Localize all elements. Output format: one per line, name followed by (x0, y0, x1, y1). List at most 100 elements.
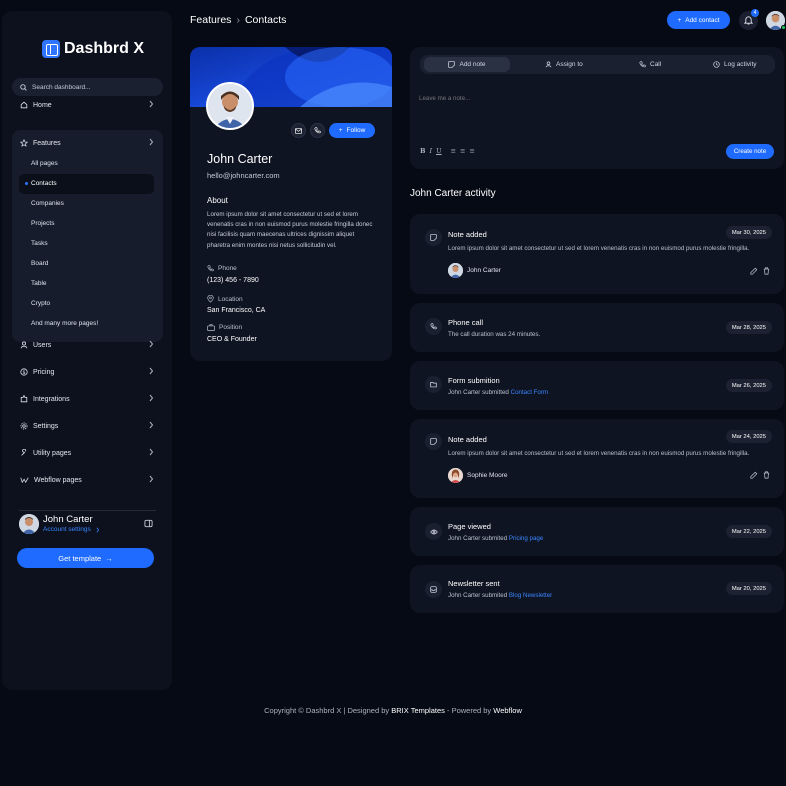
trash-icon[interactable] (763, 471, 770, 479)
user-icon (545, 61, 552, 68)
footer-webflow-link[interactable]: Webflow (493, 706, 522, 715)
plus-icon: + (338, 127, 343, 134)
sidebar-item-integrations[interactable]: Integrations (12, 388, 163, 410)
align-center-icon[interactable]: ≡ (460, 147, 465, 155)
tab-log-activity[interactable]: Log activity (713, 57, 757, 72)
notifications-button[interactable]: 4 (739, 9, 759, 30)
email-button[interactable] (291, 123, 306, 138)
footer-brix-link[interactable]: BRIX Templates (391, 706, 445, 715)
account-settings-label: Account settings (43, 526, 91, 533)
account-settings-link[interactable]: Account settings (43, 526, 100, 533)
chevron-right-icon (149, 394, 154, 402)
formatting-toolbar: B I U ≡ ≡ ≡ (420, 147, 475, 155)
activity-item: Phone call Mar 28, 2025 The call duratio… (410, 303, 784, 352)
call-button[interactable] (310, 123, 325, 138)
italic-icon[interactable]: I (430, 147, 433, 155)
sidebar-subitem-board[interactable]: Board (31, 257, 48, 271)
add-contact-button[interactable]: + Add contact (667, 11, 730, 29)
note-panel: Add note Assign to Call Log activity B I… (410, 47, 784, 169)
breadcrumb-item[interactable]: Features (190, 14, 231, 26)
date-badge: Mar 24, 2025 (725, 430, 772, 443)
sidebar-item-webflow-pages[interactable]: Webflow pages (12, 469, 163, 491)
home-icon (20, 101, 28, 109)
trash-icon[interactable] (763, 267, 770, 275)
sidebar-item-users[interactable]: Users (12, 334, 163, 356)
sidebar-item-label: Integrations (33, 395, 70, 403)
avatar (448, 468, 463, 483)
sidebar-subitem-crypto[interactable]: Crypto (31, 297, 50, 311)
activity-title: Note added (448, 435, 487, 444)
create-note-button[interactable]: Create note (726, 144, 774, 159)
activity-description: Lorem ipsum dolor sit amet consectetur u… (448, 450, 750, 457)
note-icon (425, 229, 442, 246)
activity-link[interactable]: Pricing page (509, 535, 543, 542)
chevron-right-icon: › (236, 14, 240, 26)
underline-icon[interactable]: U (436, 147, 441, 155)
activity-user[interactable]: Sophie Moore (448, 468, 507, 483)
sidebar-subitem-all-pages[interactable]: All pages (31, 157, 58, 171)
activity-description: John Carter submited Blog Newsletter (448, 592, 778, 599)
app-name: Dashbrd X (64, 40, 145, 57)
activity-item: Note added Mar 24, 2025 Lorem ipsum dolo… (410, 419, 784, 498)
get-template-button[interactable]: Get template → (17, 548, 154, 568)
arrow-right-icon: → (105, 553, 113, 563)
chevron-right-icon (149, 100, 154, 108)
sidebar-subitem-companies[interactable]: Companies (31, 197, 64, 211)
activity-title: Note added (448, 230, 487, 239)
sidebar-item-label: Users (33, 341, 52, 349)
sidebar-item-features[interactable]: Features (12, 132, 163, 154)
sidebar-subitem-more[interactable]: And many more pages! (31, 317, 98, 331)
sidebar-item-label: Home (33, 101, 52, 109)
sidebar-item-settings[interactable]: Settings (12, 415, 163, 437)
activity-link[interactable]: Contact Form (511, 389, 548, 396)
chevron-right-icon (149, 448, 154, 456)
sidebar-subitem-projects[interactable]: Projects (31, 217, 54, 231)
sidebar-item-utility-pages[interactable]: Utility pages (12, 442, 163, 464)
notification-count-badge: 4 (751, 9, 759, 17)
sidebar-subitem-tasks[interactable]: Tasks (31, 237, 48, 251)
edit-icon[interactable] (750, 471, 758, 479)
profile-email[interactable]: hello@johncarter.com (207, 171, 280, 180)
bold-icon[interactable]: B (420, 147, 426, 155)
activity-item: Newsletter sent Mar 20, 2025 John Carter… (410, 565, 784, 613)
activity-user[interactable]: John Carter (448, 263, 501, 278)
align-right-icon[interactable]: ≡ (469, 147, 474, 155)
sidebar-subitem-table[interactable]: Table (31, 277, 47, 291)
sidebar-item-pricing[interactable]: $ Pricing (12, 361, 163, 383)
tab-call[interactable]: Call (639, 57, 661, 72)
user-icon (20, 341, 28, 349)
wrench-icon (21, 449, 27, 456)
position-value: CEO & Founder (207, 336, 257, 343)
search-icon (20, 83, 27, 91)
sidebar-item-home[interactable]: Home (12, 94, 163, 116)
sidebar-subitem-contacts[interactable]: Contacts (31, 177, 57, 191)
divider (19, 510, 156, 511)
add-contact-label: Add contact (685, 16, 720, 24)
breadcrumb-current: Contacts (244, 14, 287, 26)
activity-tools (750, 471, 770, 479)
online-status-dot (781, 25, 786, 30)
sidebar-user-name: John Carter (43, 514, 93, 525)
avatar[interactable] (19, 514, 39, 534)
edit-icon[interactable] (750, 267, 758, 275)
note-textarea[interactable] (419, 95, 769, 137)
activity-heading: John Carter activity (410, 188, 496, 199)
align-left-icon[interactable]: ≡ (451, 147, 456, 155)
inbox-icon (425, 581, 442, 598)
star-icon (20, 139, 28, 147)
breadcrumb: Features › Contacts (190, 14, 286, 26)
sidebar-toggle-icon[interactable] (144, 519, 153, 528)
follow-button[interactable]: + Follow (329, 123, 375, 138)
tab-add-note[interactable]: Add note (424, 57, 510, 72)
activity-description: The call duration was 24 minutes. (448, 331, 541, 338)
sidebar-item-label: Features (33, 139, 61, 147)
puzzle-icon (20, 395, 28, 403)
activity-text: John Carter submited (448, 592, 508, 599)
plus-icon: + (677, 16, 682, 24)
tab-assign-to[interactable]: Assign to (545, 57, 583, 72)
chevron-right-icon (96, 527, 99, 532)
logo[interactable]: Dashbrd X (42, 40, 144, 58)
search-input[interactable] (32, 83, 152, 91)
bell-icon (744, 16, 753, 25)
activity-link[interactable]: Blog Newsletter (509, 592, 552, 599)
